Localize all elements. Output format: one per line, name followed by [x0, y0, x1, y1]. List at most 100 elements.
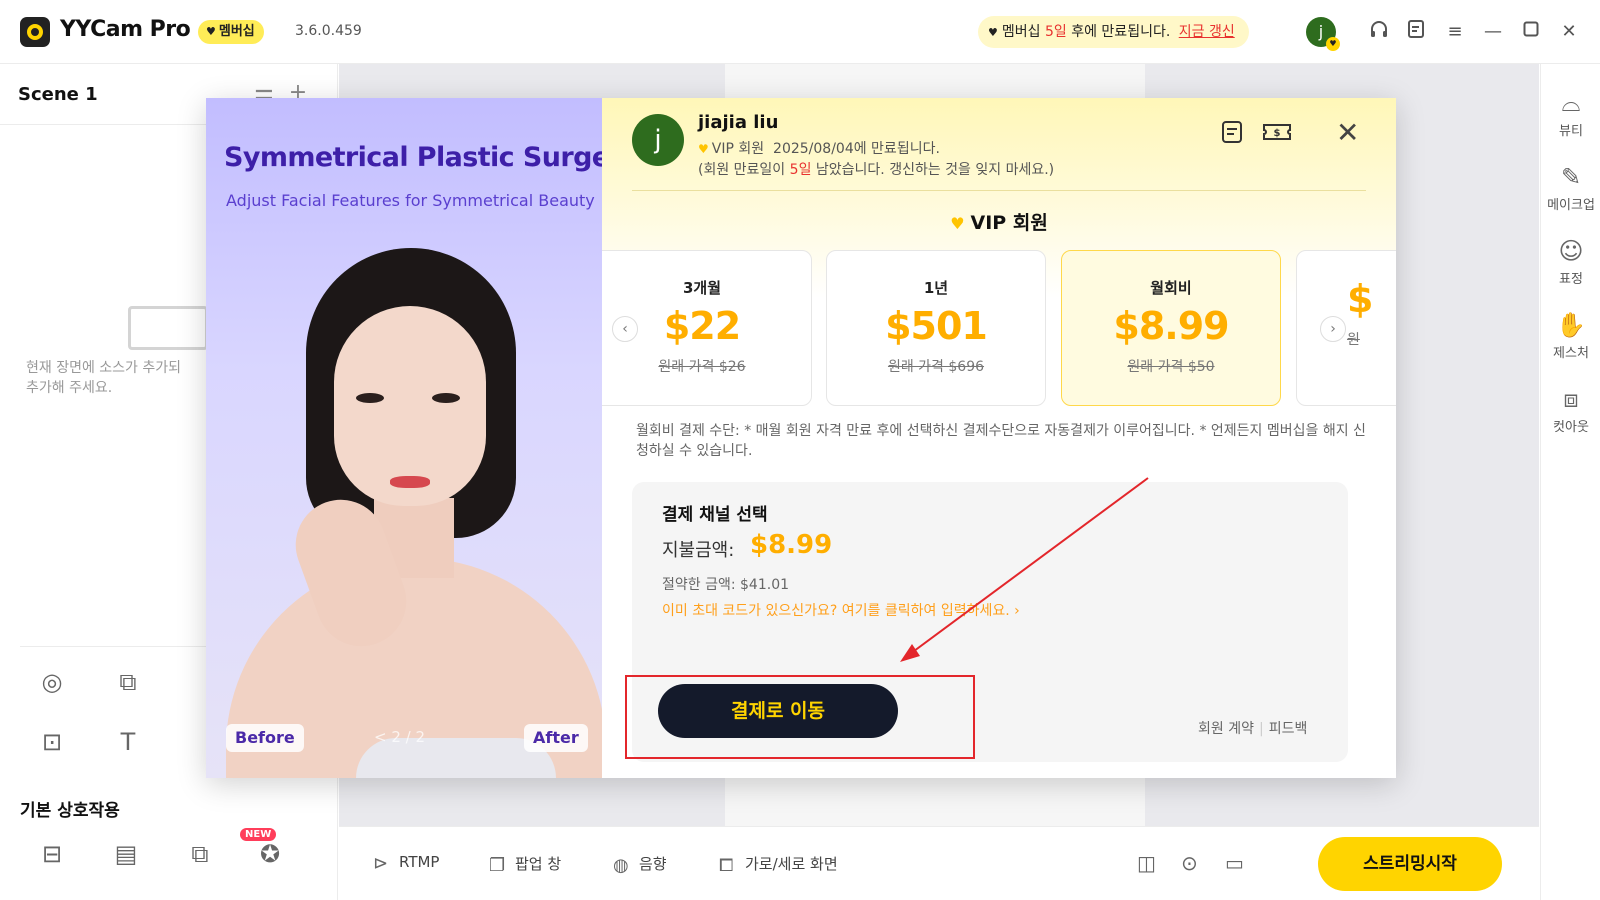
renew-now-link[interactable]: 지금 갱신	[1179, 24, 1235, 40]
sidebar-item-emoji[interactable]: ☺ 표정	[1541, 236, 1600, 287]
start-streaming-button[interactable]: 스트리밍시작	[1318, 837, 1502, 891]
membership-badge-label: 멤버십	[218, 24, 255, 39]
vip-badge-icon: ♥	[1326, 37, 1340, 51]
sidebar-item-beauty[interactable]: ⌓ 뷰티	[1541, 88, 1600, 139]
carousel-prev-icon[interactable]: ‹	[612, 316, 638, 342]
plan-original-price: 원래 가격 $50	[1127, 359, 1215, 375]
rtmp-label: RTMP	[399, 853, 440, 871]
orientation-icon: ⧠	[719, 855, 734, 876]
vip-heart-icon: ♥	[950, 214, 965, 233]
app-logo-icon	[20, 17, 50, 47]
minimize-icon[interactable]: —	[1480, 19, 1506, 45]
notes-icon[interactable]	[1404, 19, 1430, 45]
user-name: jiajia liu	[698, 112, 779, 133]
text-source-icon[interactable]: T	[112, 726, 144, 758]
rtmp-button[interactable]: ⊳ RTMP	[373, 853, 439, 874]
menu-icon[interactable]: ≡	[1442, 19, 1468, 45]
split-view-icon[interactable]: ◫	[1137, 851, 1156, 875]
invite-code-link[interactable]: 이미 초대 코드가 있으신가요? 여기를 클릭하여 입력하세요. ›	[662, 600, 1020, 620]
saved-amount: 절약한 금액: $41.01	[662, 577, 790, 593]
sidebar-item-gesture[interactable]: ✋ 제스처	[1541, 310, 1600, 361]
reminder-days: 5일	[789, 162, 812, 178]
payment-channel-title: 결제 채널 선택	[662, 505, 768, 525]
camera-source-icon[interactable]: ◎	[36, 666, 68, 698]
portrait-eye-left	[356, 393, 384, 403]
basic-interaction-panel: 기본 상호작용 ⊟ ▤ ⧉ ✪ NEW	[0, 776, 338, 900]
sidebar-item-makeup[interactable]: ✎ 메이크업	[1541, 162, 1600, 213]
promo-pager[interactable]: < 2 / 2	[374, 728, 425, 746]
plan-card-1-year[interactable]: 1년 $501 원래 가격 $696	[826, 250, 1046, 406]
orientation-button[interactable]: ⧠ 가로/세로 화면	[719, 853, 838, 876]
plan-original-price: 원래 가격 $26	[658, 359, 746, 375]
plan-name: 1년	[923, 279, 949, 297]
reminder-suffix: 남았습니다. 갱신하는 것을 잊지 마세요.)	[815, 162, 1055, 178]
order-history-icon[interactable]	[1220, 120, 1244, 150]
makeup-icon: ✎	[1560, 163, 1582, 191]
after-label: After	[524, 724, 588, 752]
screenshot-camera-icon[interactable]: ⊙	[1181, 851, 1198, 875]
expiry-days: 5일	[1044, 24, 1067, 40]
bottom-toolbar: ⊳ RTMP ❐ 팝업 창 ◍ 음향 ⧠ 가로/세로 화면 ◫ ⊙ ▭ 스트리밍시작	[339, 826, 1539, 900]
vip-expiry-date: 2025/08/04에 만료됩니다.	[773, 141, 940, 157]
plan-price: $501	[885, 304, 988, 348]
terms-link[interactable]: 회원 계약	[1198, 721, 1254, 737]
gesture-icon: ✋	[1556, 311, 1586, 339]
version-label: 3.6.0.459	[295, 23, 362, 39]
user-avatar[interactable]: j ♥	[1306, 17, 1340, 51]
user-avatar: j	[632, 114, 684, 166]
reminder-prefix: (회원 만료일이	[698, 162, 786, 178]
cutout-icon: ⧈	[1563, 385, 1579, 413]
avatar-letter: j	[1318, 22, 1324, 41]
beauty-icon: ⌓	[1561, 89, 1581, 117]
screen-capture-icon[interactable]: ⊡	[36, 726, 68, 758]
maximize-icon[interactable]	[1518, 19, 1544, 45]
promo-subtitle: Adjust Facial Features for Symmetrical B…	[226, 191, 595, 210]
feedback-link[interactable]: 피드백	[1269, 721, 1308, 737]
promo-portrait-image	[206, 238, 602, 778]
payment-amount: $8.99	[750, 530, 833, 560]
basic-interaction-title: 기본 상호작용	[20, 801, 120, 821]
vip-status: VIP 회원	[711, 141, 765, 157]
orientation-label: 가로/세로 화면	[745, 855, 838, 873]
app-name: YYCam Pro	[60, 17, 191, 42]
sidebar-item-label: 뷰티	[1559, 124, 1583, 139]
close-modal-icon[interactable]: ✕	[1336, 118, 1359, 148]
vip-heart-icon: ♥	[206, 25, 216, 38]
board-icon[interactable]: ▤	[110, 838, 142, 870]
plan-card-partial[interactable]: $ 원	[1296, 250, 1396, 406]
gift-icon[interactable]: ⊟	[36, 838, 68, 870]
audio-button[interactable]: ◍ 음향	[613, 853, 667, 876]
plan-price: $8.99	[1113, 304, 1229, 348]
audio-label: 음향	[639, 855, 667, 873]
coupon-icon[interactable]: $	[1262, 120, 1292, 150]
sidebar-item-label: 제스처	[1553, 346, 1589, 361]
portrait-eye-right	[432, 393, 460, 403]
membership-badge[interactable]: ♥ 멤버십	[198, 20, 264, 44]
multi-screen-icon[interactable]: ⧉	[184, 838, 216, 870]
sidebar-item-label: 컷아웃	[1553, 420, 1589, 435]
right-sidebar: ⌓ 뷰티 ✎ 메이크업 ☺ 표정 ✋ 제스처 ⧈ 컷아웃	[1540, 64, 1600, 900]
vip-heart-icon: ♥	[698, 142, 709, 156]
carousel-next-icon[interactable]: ›	[1320, 316, 1346, 342]
sidebar-item-label: 표정	[1559, 272, 1583, 287]
rtmp-icon: ⊳	[373, 853, 389, 874]
audio-icon: ◍	[613, 855, 629, 876]
record-video-icon[interactable]: ▭	[1225, 851, 1244, 875]
title-bar: YYCam Pro ♥ 멤버십 3.6.0.459 ♥ 멤버십 5일 후에 만료됩니…	[0, 0, 1600, 64]
divider	[632, 190, 1366, 191]
scene-title: Scene 1	[18, 84, 98, 105]
emoji-icon: ☺	[1558, 237, 1584, 265]
close-window-icon[interactable]: ✕	[1556, 19, 1582, 45]
sidebar-item-cutout[interactable]: ⧈ 컷아웃	[1541, 384, 1600, 435]
headset-icon[interactable]	[1366, 19, 1392, 45]
vip-heart-icon: ♥	[988, 26, 998, 39]
portrait-lips	[390, 476, 430, 488]
separator: |	[1258, 721, 1264, 737]
plan-card-monthly[interactable]: 월회비 $8.99 원래 가격 $50	[1061, 250, 1281, 406]
plan-name: 3개월	[682, 279, 722, 297]
plugin-source-icon[interactable]: ⧉	[112, 666, 144, 698]
payment-note: 월회비 결제 수단: * 매월 회원 자격 만료 후에 선택하신 결제수단으로 …	[636, 423, 1366, 459]
interaction-icon[interactable]: ✪	[254, 838, 286, 870]
popup-window-button[interactable]: ❐ 팝업 창	[489, 853, 561, 876]
expiry-suffix: 후에 만료됩니다.	[1071, 24, 1171, 40]
